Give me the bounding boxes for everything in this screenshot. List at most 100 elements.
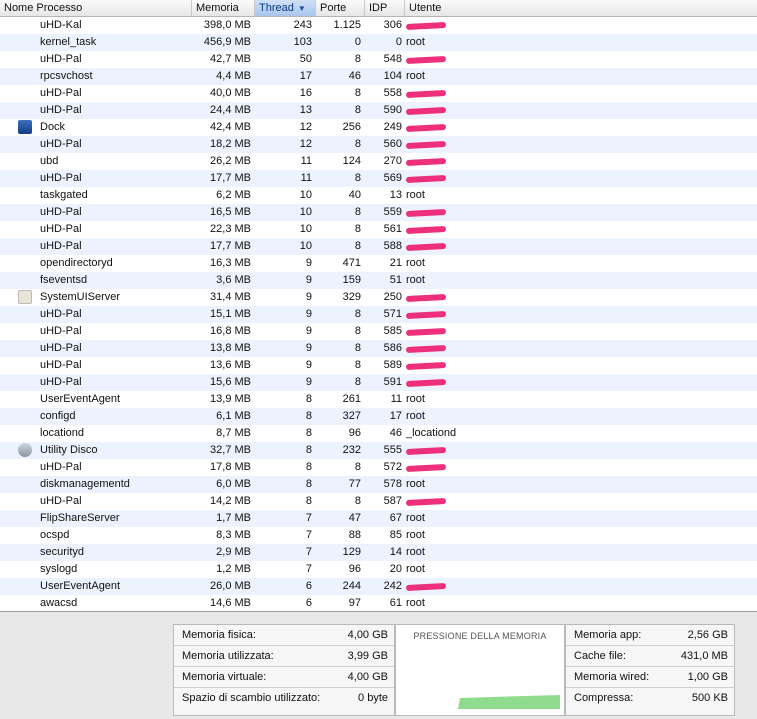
table-row[interactable]: uHD-Pal 15,6 MB 9 8 591 — [0, 374, 757, 391]
process-memory: 42,4 MB — [210, 121, 251, 133]
process-user: root — [406, 257, 425, 269]
redaction-mark — [406, 463, 447, 473]
column-header-threads[interactable]: Thread ▼ — [255, 0, 316, 16]
process-name: uHD-Kal — [40, 19, 82, 31]
table-row[interactable]: uHD-Pal 17,7 MB 10 8 588 — [0, 238, 757, 255]
table-row[interactable]: uHD-Pal 14,2 MB 8 8 587 — [0, 493, 757, 510]
process-memory: 14,6 MB — [210, 597, 251, 609]
table-row[interactable]: Utility Disco 32,7 MB 8 232 555 — [0, 442, 757, 459]
process-name: uHD-Pal — [40, 206, 82, 218]
process-memory: 17,8 MB — [210, 461, 251, 473]
column-header-ports[interactable]: Porte — [316, 0, 365, 16]
process-pid: 51 — [389, 274, 402, 286]
table-row[interactable]: kernel_task 456,9 MB 103 0 0 root — [0, 34, 757, 51]
memory-stat-label: Spazio di scambio utilizzato: — [182, 692, 321, 704]
process-user-redacted — [406, 102, 486, 119]
process-threads: 9 — [305, 274, 312, 286]
memory-stat-label: Memoria virtuale: — [182, 671, 267, 683]
process-rows: uHD-Kal 398,0 MB 243 1.125 306 kernel_task 456… — [0, 17, 757, 611]
column-header-pid[interactable]: IDP — [365, 0, 405, 16]
process-memory: 4,4 MB — [216, 70, 251, 82]
memory-stat-row: Spazio di scambio utilizzato: 0 byte — [174, 688, 394, 708]
systemuiserver-icon — [18, 290, 32, 304]
process-threads: 8 — [305, 393, 312, 405]
memory-stat-label: Cache file: — [574, 650, 626, 662]
process-ports: 8 — [354, 342, 361, 354]
process-user-redacted — [406, 51, 486, 68]
process-user: root — [406, 546, 425, 558]
table-row[interactable]: ocspd 8,3 MB 7 88 85 root — [0, 527, 757, 544]
process-threads: 8 — [305, 444, 312, 456]
process-memory: 2,9 MB — [216, 546, 251, 558]
table-row[interactable]: uHD-Kal 398,0 MB 243 1.125 306 — [0, 17, 757, 34]
redaction-mark — [406, 106, 447, 116]
table-row[interactable]: UserEventAgent 26,0 MB 6 244 242 — [0, 578, 757, 595]
process-pid: 11 — [390, 393, 402, 405]
table-row[interactable]: uHD-Pal 22,3 MB 10 8 561 — [0, 221, 757, 238]
process-pid: 590 — [383, 104, 402, 116]
process-threads: 7 — [305, 563, 312, 575]
table-row[interactable]: uHD-Pal 16,5 MB 10 8 559 — [0, 204, 757, 221]
process-name: uHD-Pal — [40, 376, 82, 388]
table-row[interactable]: uHD-Pal 17,7 MB 11 8 569 — [0, 170, 757, 187]
process-ports: 261 — [342, 393, 361, 405]
table-row[interactable]: uHD-Pal 42,7 MB 50 8 548 — [0, 51, 757, 68]
process-pid: 588 — [383, 240, 402, 252]
table-row[interactable]: configd 6,1 MB 8 327 17 root — [0, 408, 757, 425]
table-row[interactable]: uHD-Pal 13,8 MB 9 8 586 — [0, 340, 757, 357]
process-pid: 569 — [383, 172, 402, 184]
process-threads: 9 — [305, 291, 312, 303]
process-pid: 555 — [383, 444, 402, 456]
table-row[interactable]: diskmanagementd 6,0 MB 8 77 578 root — [0, 476, 757, 493]
process-ports: 77 — [348, 478, 361, 490]
process-name: uHD-Pal — [40, 342, 82, 354]
table-row[interactable]: uHD-Pal 18,2 MB 12 8 560 — [0, 136, 757, 153]
process-pid: 586 — [383, 342, 402, 354]
column-header-user[interactable]: Utente — [405, 0, 757, 16]
table-row[interactable]: UserEventAgent 13,9 MB 8 261 11 root — [0, 391, 757, 408]
process-pid: 548 — [383, 53, 402, 65]
table-row[interactable]: uHD-Pal 17,8 MB 8 8 572 — [0, 459, 757, 476]
table-row[interactable]: uHD-Pal 16,8 MB 9 8 585 — [0, 323, 757, 340]
process-name: uHD-Pal — [40, 240, 82, 252]
process-memory: 8,3 MB — [216, 529, 251, 541]
memory-stat-label: Compressa: — [574, 692, 634, 704]
table-row[interactable]: rpcsvchost 4,4 MB 17 46 104 root — [0, 68, 757, 85]
process-pid: 46 — [389, 427, 402, 439]
table-row[interactable]: opendirectoryd 16,3 MB 9 471 21 root — [0, 255, 757, 272]
memory-stat-row: Memoria app: 2,56 GB — [566, 625, 734, 646]
process-threads: 17 — [299, 70, 312, 82]
process-memory: 456,9 MB — [203, 36, 251, 48]
table-row[interactable]: syslogd 1,2 MB 7 96 20 root — [0, 561, 757, 578]
process-pid: 104 — [383, 70, 402, 82]
table-row[interactable]: uHD-Pal 13,6 MB 9 8 589 — [0, 357, 757, 374]
process-ports: 159 — [342, 274, 361, 286]
table-row[interactable]: securityd 2,9 MB 7 129 14 root — [0, 544, 757, 561]
redaction-mark — [406, 123, 447, 133]
table-row[interactable]: ubd 26,2 MB 11 124 270 — [0, 153, 757, 170]
redaction-mark — [406, 242, 447, 252]
process-pid: 270 — [383, 155, 402, 167]
table-row[interactable]: awacsd 14,6 MB 6 97 61 root — [0, 595, 757, 611]
memory-stat-row: Cache file: 431,0 MB — [566, 646, 734, 667]
table-row[interactable]: uHD-Pal 15,1 MB 9 8 571 — [0, 306, 757, 323]
process-threads: 243 — [293, 19, 312, 31]
table-row[interactable]: fseventsd 3,6 MB 9 159 51 root — [0, 272, 757, 289]
process-name: uHD-Pal — [40, 461, 82, 473]
table-row[interactable]: locationd 8,7 MB 8 96 46 _locationd — [0, 425, 757, 442]
process-ports: 8 — [354, 461, 361, 473]
table-row[interactable]: SystemUIServer 31,4 MB 9 329 250 — [0, 289, 757, 306]
table-row[interactable]: uHD-Pal 24,4 MB 13 8 590 — [0, 102, 757, 119]
process-threads: 16 — [299, 87, 312, 99]
process-name: uHD-Pal — [40, 325, 82, 337]
process-name: uHD-Pal — [40, 53, 82, 65]
table-row[interactable]: uHD-Pal 40,0 MB 16 8 558 — [0, 85, 757, 102]
table-row[interactable]: taskgated 6,2 MB 10 40 13 root — [0, 187, 757, 204]
table-row[interactable]: FlipShareServer 1,7 MB 7 47 67 root — [0, 510, 757, 527]
process-threads: 9 — [305, 257, 312, 269]
table-row[interactable]: Dock 42,4 MB 12 256 249 — [0, 119, 757, 136]
process-user-redacted — [406, 204, 486, 221]
column-header-process-name[interactable]: Nome Processo — [0, 0, 192, 16]
process-user-redacted — [406, 578, 486, 595]
column-header-memory[interactable]: Memoria — [192, 0, 255, 16]
